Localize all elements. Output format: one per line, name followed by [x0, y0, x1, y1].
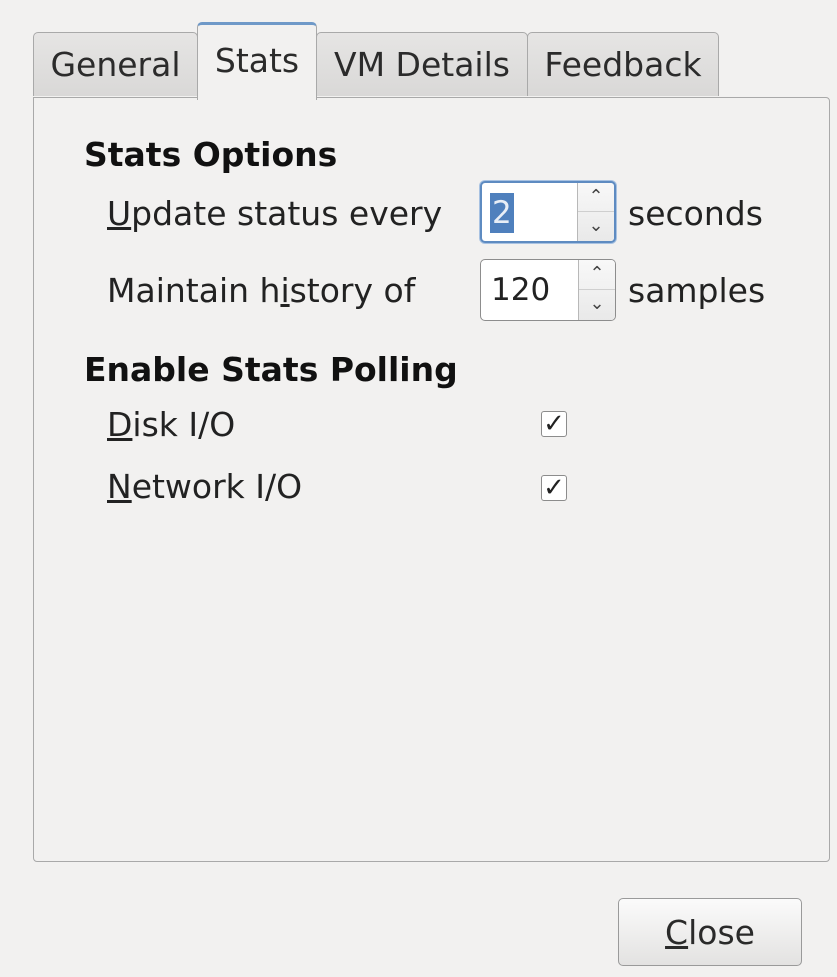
update-interval-value[interactable]: 2: [490, 193, 514, 233]
update-status-label: Update status every: [107, 194, 442, 233]
disk-io-checkbox[interactable]: ✓: [541, 411, 567, 437]
disk-io-label[interactable]: Disk I/O: [107, 405, 235, 444]
checkmark-icon: ✓: [543, 409, 565, 439]
tab-vm-details[interactable]: VM Details: [316, 32, 528, 96]
network-io-label[interactable]: Network I/O: [107, 467, 302, 506]
checkmark-icon: ✓: [543, 473, 565, 503]
seconds-unit-label: seconds: [628, 194, 763, 233]
history-label-post: story of: [289, 271, 416, 310]
polling-heading: Enable Stats Polling: [84, 350, 458, 389]
update-interval-stepper: ⌃ ⌄: [577, 183, 614, 241]
decrement-arrow-icon[interactable]: ⌄: [578, 211, 614, 241]
update-interval-spinbox[interactable]: 2 ⌃ ⌄: [480, 181, 616, 243]
increment-arrow-icon[interactable]: ⌃: [578, 183, 614, 212]
history-samples-stepper: ⌃ ⌄: [578, 260, 615, 320]
close-mnemonic: C: [665, 913, 689, 952]
tab-feedback[interactable]: Feedback: [527, 32, 719, 96]
close-button[interactable]: Close: [618, 898, 802, 966]
disk-io-label-text: isk I/O: [132, 405, 236, 444]
decrement-arrow-icon[interactable]: ⌄: [579, 289, 615, 320]
update-status-label-text: pdate status every: [131, 194, 443, 233]
history-label: Maintain history of: [107, 271, 415, 310]
network-io-checkbox[interactable]: ✓: [541, 475, 567, 501]
close-label-text: lose: [688, 913, 755, 952]
tab-stats[interactable]: Stats: [197, 22, 317, 100]
tab-bar: General Stats VM Details Feedback: [33, 22, 733, 100]
history-samples-value[interactable]: 120: [489, 270, 552, 310]
samples-unit-label: samples: [628, 271, 766, 310]
history-samples-spinbox[interactable]: 120 ⌃ ⌄: [480, 259, 616, 321]
history-label-pre: Maintain h: [107, 271, 281, 310]
disk-io-mnemonic: D: [107, 405, 133, 444]
network-io-mnemonic: N: [107, 467, 132, 506]
update-status-mnemonic: U: [107, 194, 132, 233]
stats-options-heading: Stats Options: [84, 135, 338, 174]
history-mnemonic: i: [280, 271, 290, 310]
network-io-label-text: etwork I/O: [131, 467, 303, 506]
tab-general[interactable]: General: [33, 32, 198, 96]
increment-arrow-icon[interactable]: ⌃: [579, 260, 615, 290]
